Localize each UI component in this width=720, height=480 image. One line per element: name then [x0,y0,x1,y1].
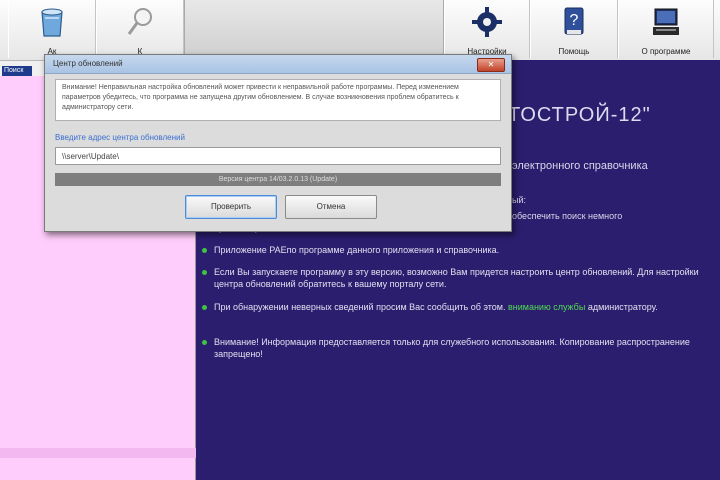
check-button[interactable]: Проверить [185,195,277,219]
bullet-text: Если Вы запускаете программу в эту верси… [214,267,699,289]
toolbar-label: Помощь [558,47,590,56]
main-title: ТОСТРОЙ-12" [508,104,651,126]
update-address-input[interactable] [55,147,501,165]
main-text-line: ый: [512,195,526,205]
dialog-status-bar: Версия центра 14/03.2.0.13 (Update) [55,173,501,186]
bullet-text-highlight: вниманию службы [507,302,586,312]
close-icon[interactable]: ✕ [477,58,505,72]
toolbar-button-settings[interactable]: Настройки [444,0,530,58]
svg-text:?: ? [570,12,579,29]
help-book-icon: ? [564,7,584,35]
main-text-line: обеспечить поиск немного [512,211,623,221]
toolbar-button-about[interactable]: О программе [618,0,714,58]
main-subtitle: электронного справочника [512,160,648,172]
bullet-text: При обнаружении неверных сведений просим… [214,301,704,313]
dialog-titlebar[interactable]: Центр обновлений ✕ [45,55,511,74]
horizontal-scrollbar[interactable] [0,448,196,458]
toolbar-spacer [184,0,444,58]
gear-icon [472,7,502,37]
update-center-dialog: Центр обновлений ✕ Внимание! Неправильна… [44,54,512,232]
bullet-marker [202,270,207,275]
bullet-marker [202,305,207,310]
magnifier-icon [127,8,152,35]
toolbar-button-help[interactable]: ? Помощь [530,0,618,58]
bullet-marker [202,340,207,345]
toolbar-label: О программе [641,47,691,56]
update-address-label: Введите адрес центра обновлений [55,133,185,142]
toolbar-button-search[interactable]: К [96,0,184,58]
bullet-text-main: При обнаружении неверных сведений просим… [214,302,506,312]
toolbar-button-update[interactable]: Ак [8,0,96,58]
dialog-info-text: Внимание! Неправильная настройка обновле… [55,79,501,121]
bucket-icon [41,8,63,37]
bullet-text-tail: администратору. [587,302,658,312]
bullet-marker [202,248,207,253]
computer-icon [653,8,679,35]
cancel-button[interactable]: Отмена [285,195,377,219]
search-tab[interactable]: Поиск [2,66,32,76]
bullet-text: Внимание! Информация предоставляется тол… [214,337,690,359]
bullet-text: Приложение PAEпо программе данного прило… [214,245,500,255]
dialog-title: Центр обновлений [53,59,123,68]
main-toolbar: Ак К Настройки ? Помощь О программе [0,0,720,61]
